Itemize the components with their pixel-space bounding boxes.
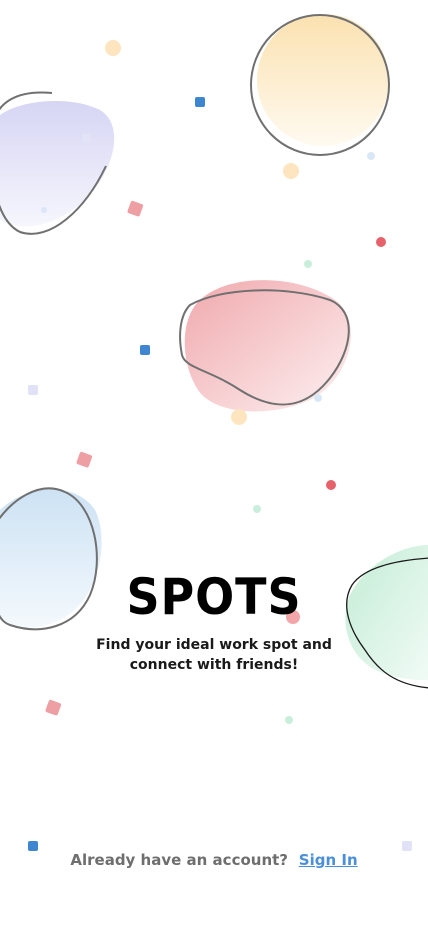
app-logo-title: SPOTS xyxy=(126,568,302,626)
signin-prompt: Already have an account? xyxy=(70,851,288,869)
signin-link[interactable]: Sign In xyxy=(299,851,358,869)
yellow-blob xyxy=(250,14,390,156)
purple-blob xyxy=(0,91,115,235)
welcome-screen: SPOTS Find your ideal work spot and conn… xyxy=(0,0,428,926)
background-decoration xyxy=(0,14,428,851)
signin-row: Already have an account? Sign In xyxy=(0,850,428,870)
red-blob xyxy=(179,280,351,412)
tagline: Find your ideal work spot and connect wi… xyxy=(96,637,332,673)
